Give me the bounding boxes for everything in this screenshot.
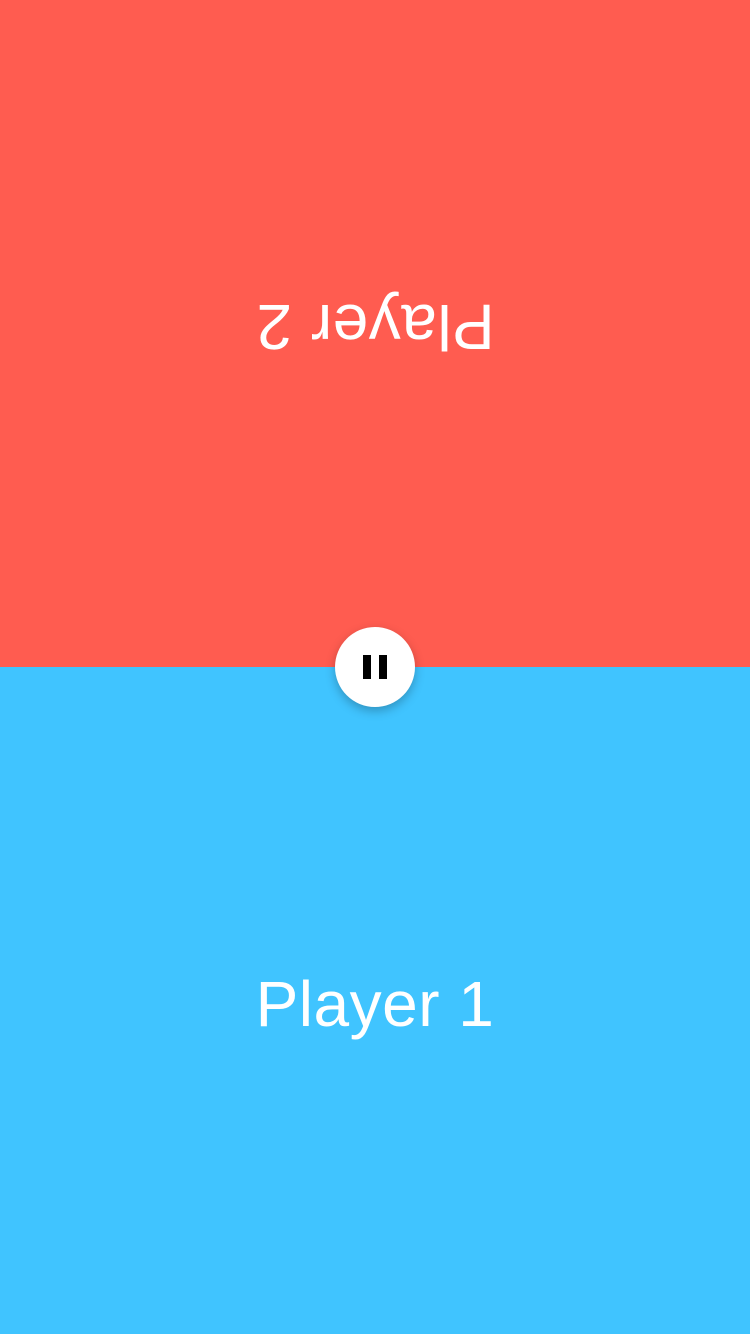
player-2-label: Player 2 [255, 291, 495, 363]
pause-icon-bar-right [379, 655, 387, 679]
player-2-tap-area[interactable]: Player 2 [0, 0, 750, 667]
pause-icon [363, 655, 387, 679]
pause-button[interactable] [335, 627, 415, 707]
pause-icon-bar-left [363, 655, 371, 679]
player-1-tap-area[interactable]: Player 1 [0, 667, 750, 1334]
game-screen: Player 2 Player 1 [0, 0, 750, 1334]
player-1-label: Player 1 [255, 968, 495, 1040]
